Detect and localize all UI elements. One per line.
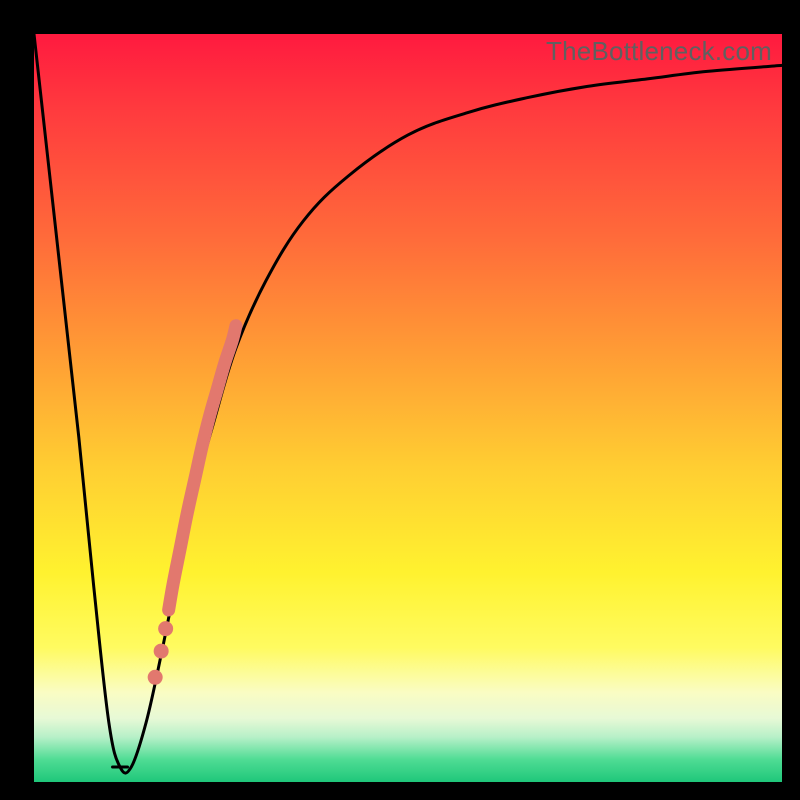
- salmon-dot: [158, 621, 173, 636]
- plot-area: TheBottleneck.com: [34, 34, 782, 782]
- salmon-overlay: [169, 326, 236, 610]
- salmon-dots: [148, 621, 173, 685]
- chart-frame: TheBottleneck.com: [0, 0, 800, 800]
- curve-layer: [34, 34, 782, 782]
- salmon-dot: [148, 670, 163, 685]
- salmon-dot: [154, 644, 169, 659]
- bottleneck-curve: [34, 34, 782, 773]
